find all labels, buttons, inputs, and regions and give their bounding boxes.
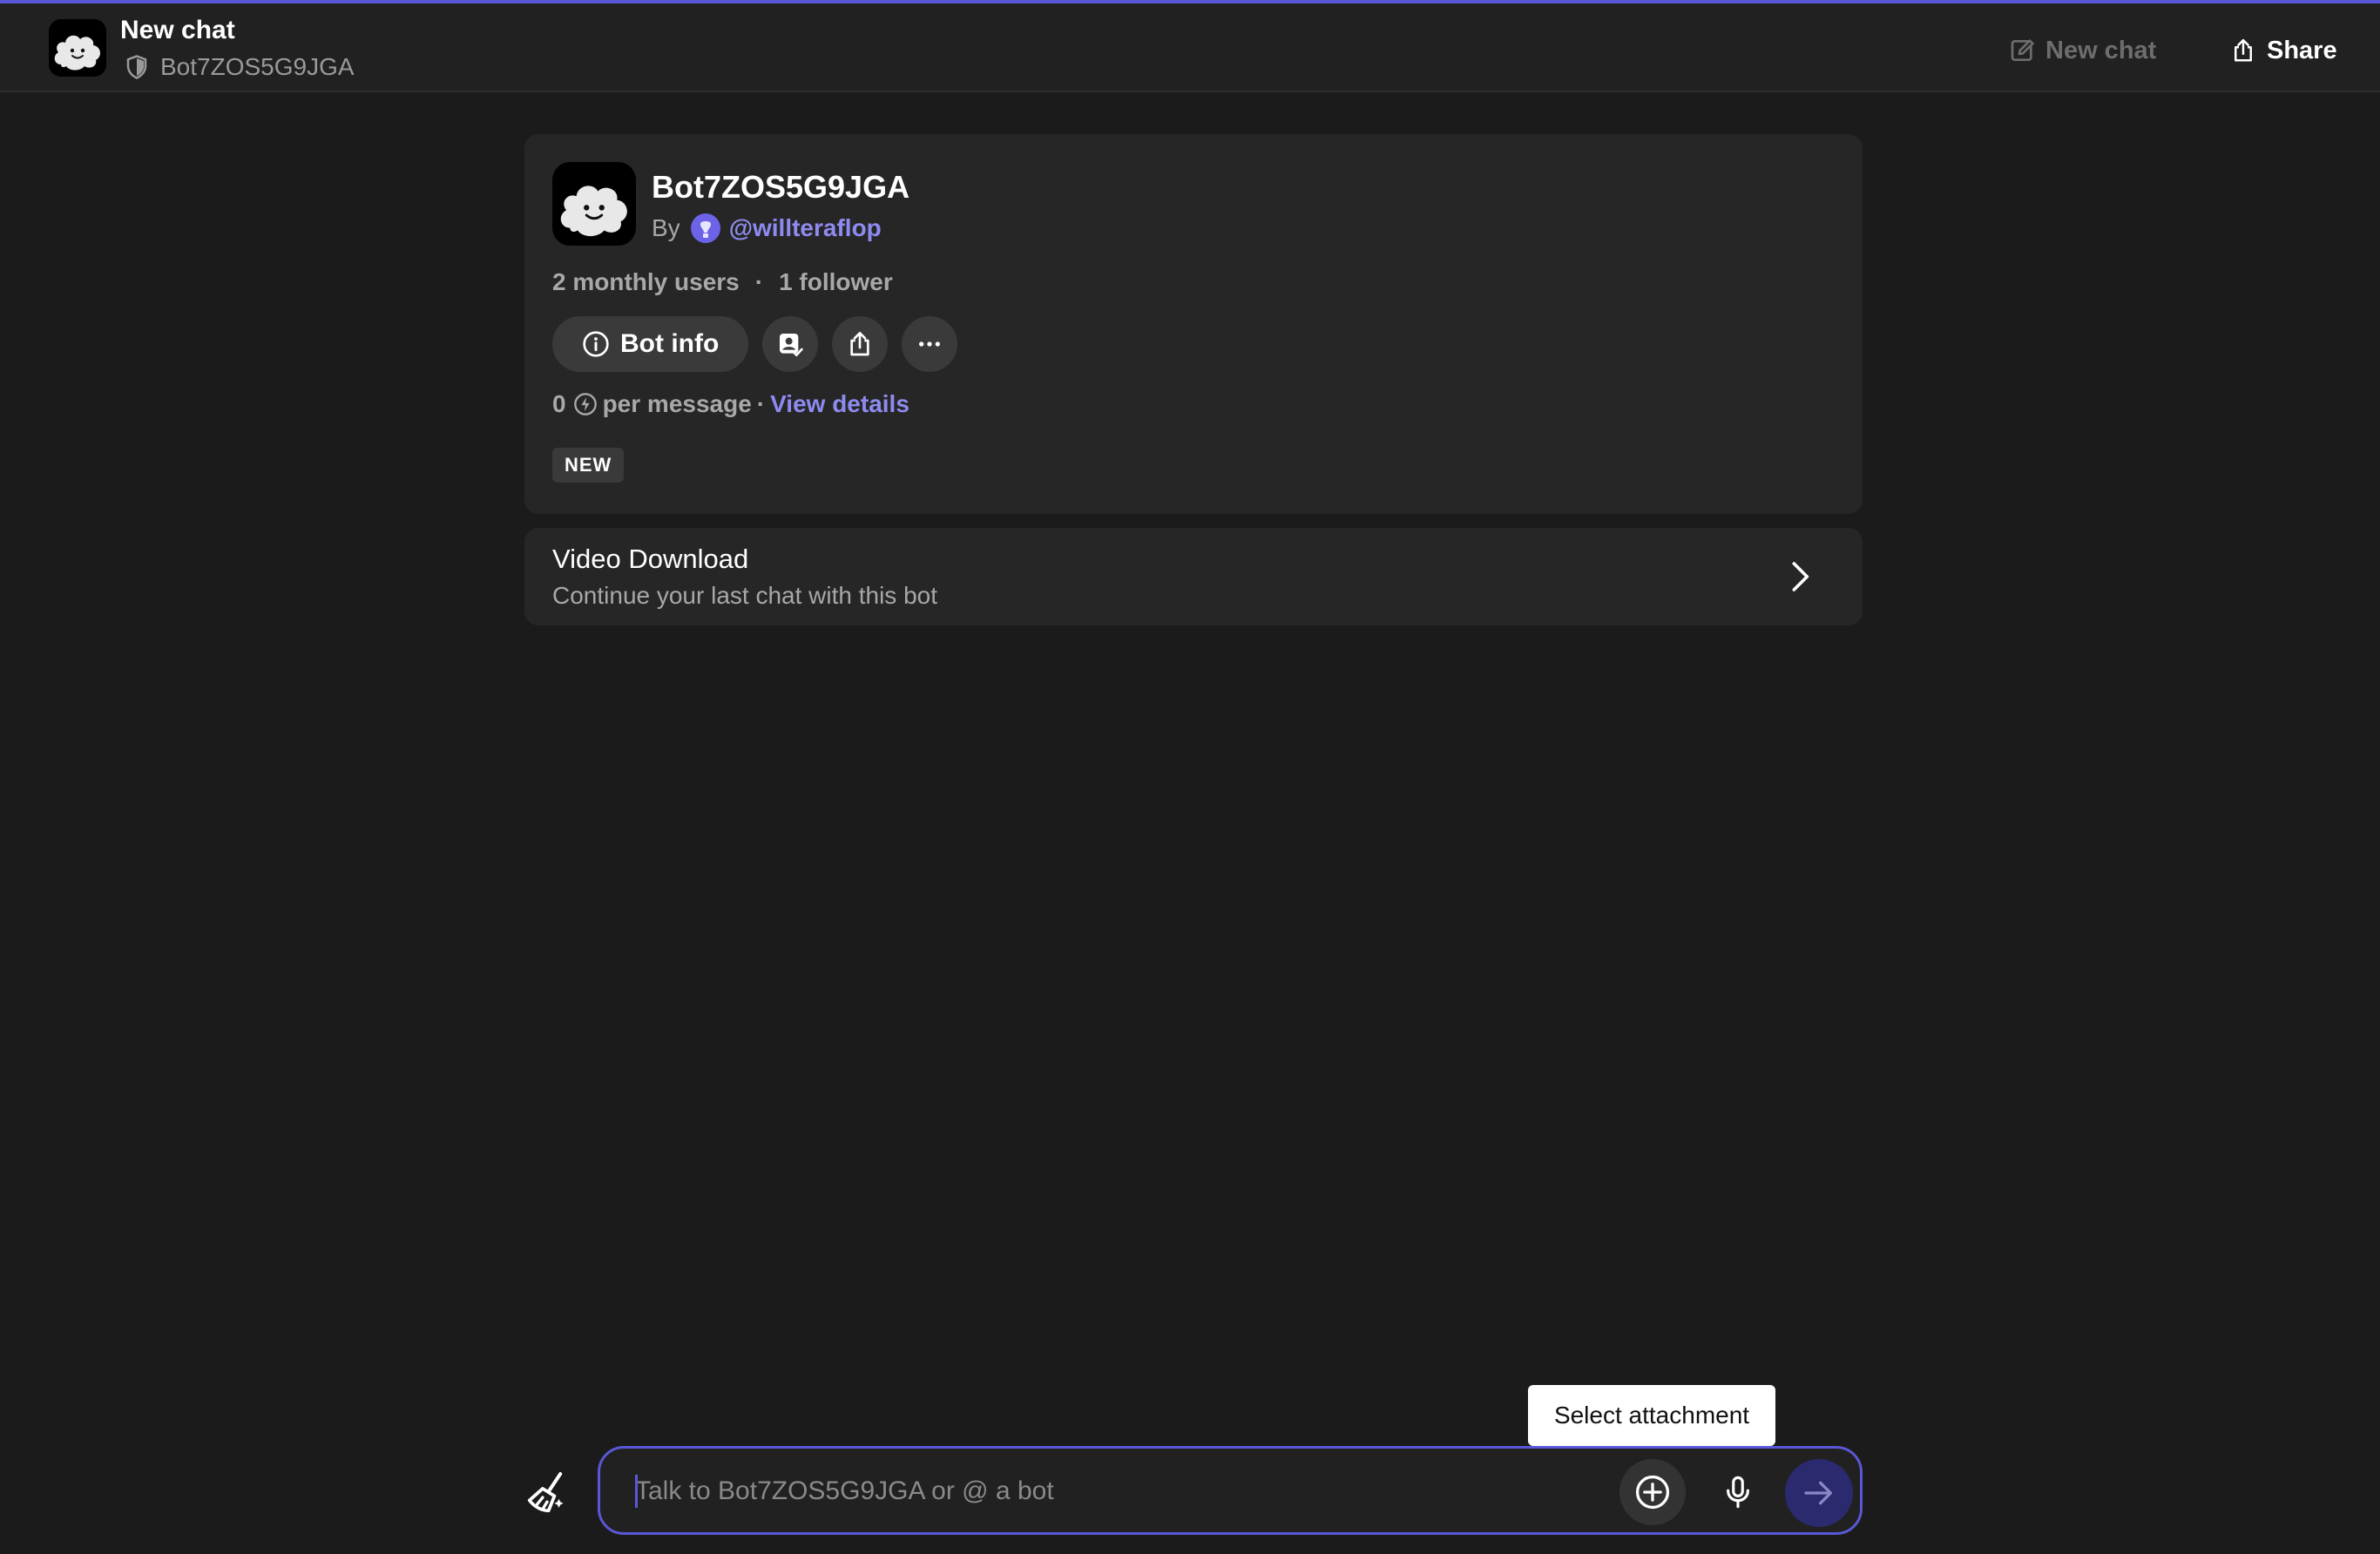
clear-context-button[interactable] xyxy=(519,1465,575,1521)
new-chat-button[interactable]: New chat xyxy=(2009,31,2156,70)
view-details-link[interactable]: View details xyxy=(770,390,909,418)
share-label: Share xyxy=(2267,36,2337,64)
price-suffix: per message xyxy=(602,390,752,417)
bot-name: Bot7ZOS5G9JGA xyxy=(652,169,910,205)
previous-chat-title: Video Download xyxy=(552,544,749,574)
voice-input-button[interactable] xyxy=(1705,1459,1771,1525)
add-to-profile-button[interactable] xyxy=(762,316,819,372)
creator-avatar-icon[interactable] xyxy=(690,213,720,243)
info-icon xyxy=(583,331,609,357)
bot-card-avatar-icon[interactable] xyxy=(552,162,636,246)
ellipsis-icon xyxy=(919,341,941,347)
bot-actions: Bot info xyxy=(552,315,958,373)
followers-count[interactable]: 1 follower xyxy=(779,268,893,296)
share-button[interactable]: Share xyxy=(2230,31,2337,70)
chat-app: New chat Bot7ZOS5G9JGA New chat Share Bo… xyxy=(0,0,2380,1554)
bot-avatar-icon[interactable] xyxy=(49,19,106,77)
share-icon xyxy=(850,332,869,356)
shield-icon xyxy=(126,55,147,79)
bot-info-button[interactable]: Bot info xyxy=(552,316,749,372)
new-badge: NEW xyxy=(552,448,625,483)
bot-info-card: Bot7ZOS5G9JGA By @willteraflop 2 monthly… xyxy=(524,134,1863,514)
chevron-right-icon xyxy=(1792,562,1809,591)
chat-header: New chat Bot7ZOS5G9JGA New chat Share xyxy=(0,3,2380,92)
edit-icon xyxy=(2011,39,2034,61)
arrow-right-icon xyxy=(1804,1481,1832,1505)
attachment-tooltip: Select attachment xyxy=(1528,1385,1775,1446)
share-bot-button[interactable] xyxy=(832,316,889,372)
profile-check-icon xyxy=(780,334,803,356)
broom-icon xyxy=(527,1472,564,1513)
attach-button[interactable] xyxy=(1619,1459,1686,1525)
send-button[interactable] xyxy=(1785,1459,1853,1527)
price-value: 0 xyxy=(552,390,566,417)
bolt-icon xyxy=(573,393,597,416)
new-chat-label: New chat xyxy=(2045,36,2157,64)
share-icon xyxy=(2235,38,2252,62)
text-caret xyxy=(635,1475,638,1508)
creator-link[interactable]: @willteraflop xyxy=(729,214,882,242)
message-input[interactable] xyxy=(635,1470,1593,1513)
price-separator: · xyxy=(756,390,766,417)
bot-stats: 2 monthly users · 1 follower xyxy=(552,265,893,300)
bot-info-label: Bot info xyxy=(620,329,720,358)
header-bot-name[interactable]: Bot7ZOS5G9JGA xyxy=(124,52,355,82)
monthly-users: 2 monthly users xyxy=(552,268,740,295)
message-composer xyxy=(598,1446,1863,1535)
bot-price: 0 per message · View details xyxy=(552,387,909,422)
previous-chat-card[interactable]: Video Download Continue your last chat w… xyxy=(524,528,1863,625)
stats-separator: · xyxy=(754,268,764,295)
plus-circle-icon xyxy=(1635,1475,1670,1510)
microphone-icon xyxy=(1727,1476,1749,1509)
header-bot-name-label: Bot7ZOS5G9JGA xyxy=(160,53,355,80)
by-label: By xyxy=(652,214,680,241)
bot-creator: By @willteraflop xyxy=(652,211,882,246)
more-options-button[interactable] xyxy=(902,316,958,372)
previous-chat-subtitle: Continue your last chat with this bot xyxy=(552,582,938,609)
header-title: New chat xyxy=(120,16,235,44)
